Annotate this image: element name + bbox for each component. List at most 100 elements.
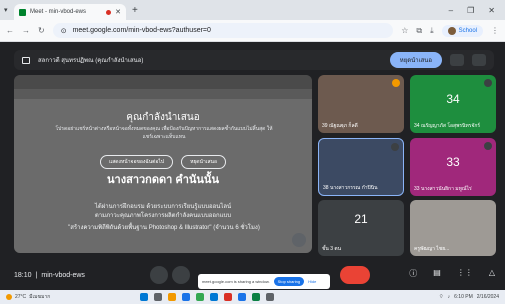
clock-time[interactable]: 6:10 PM — [454, 294, 473, 300]
forward-icon[interactable]: → — [22, 26, 30, 35]
downloads-icon[interactable]: ⤓ — [430, 26, 434, 36]
self-view-thumb — [450, 54, 464, 66]
participant-name: 38 นางสาวกรรณ กำปินิน — [323, 185, 378, 191]
participant-name: 33 นางสาวนันยิกา มหูณ์ไร่ — [414, 186, 472, 192]
mic-off-icon — [391, 143, 399, 151]
more-options-icon[interactable] — [150, 266, 168, 284]
file-explorer-icon[interactable] — [168, 293, 176, 301]
participant-name: 34 ณรัญญาภัส โอสุพรนิทรจักร์ — [414, 123, 481, 129]
close-window-icon[interactable]: ✕ — [488, 6, 495, 15]
app-icon-3[interactable] — [252, 293, 260, 301]
right-controls: ⓘ ▤ ⋮⋮ △ — [409, 268, 495, 279]
participant-count-badge: 21 — [354, 212, 368, 227]
extension-icon[interactable]: ⧉ — [416, 26, 422, 36]
mic-icon[interactable] — [172, 266, 190, 284]
app-icon-2[interactable] — [238, 293, 246, 301]
activities-icon[interactable]: ⋮⋮ — [457, 268, 473, 279]
weather-desc: มีเมฆมาก — [29, 294, 51, 300]
presenter-text: สลกาวดี สุนทรปฏิพณ (คุณกำลังนำเสนอ) — [38, 58, 144, 64]
search-icon[interactable] — [154, 293, 162, 301]
shared-tab-strip — [14, 75, 312, 89]
mic-off-icon — [484, 79, 492, 87]
stop-presenting-button[interactable]: หยุดนำเสนอ — [389, 52, 442, 68]
chrome-icon[interactable] — [196, 293, 204, 301]
menu-icon[interactable]: ⋮ — [491, 26, 499, 35]
shared-address-bar — [14, 89, 312, 99]
mic-off-icon — [484, 142, 492, 150]
certificate-line-1: ได้ผ่านการฝึกอบรม ด้วยระบบการเรียนรู้แบบ… — [94, 204, 232, 210]
leave-call-button[interactable] — [340, 266, 370, 284]
wifi-icon[interactable]: ⌔ — [439, 294, 444, 300]
shared-screen: คุณกำลังนำเสนอ โปรดอย่าแชร์หน้าต่างหรือห… — [14, 75, 312, 253]
certificate-name: นางสาวกดดา คำนันนั้น — [107, 174, 219, 186]
self-view-thumb-2 — [472, 54, 486, 66]
host-controls-icon[interactable]: △ — [489, 268, 495, 279]
participant-name: ชั้น 3 ตน — [322, 246, 342, 252]
edge-icon[interactable] — [182, 293, 190, 301]
tab-search-icon[interactable]: ▾ — [4, 6, 14, 14]
app-icon-4[interactable] — [266, 293, 274, 301]
profile-button[interactable]: School — [441, 24, 483, 37]
profile-label: School — [458, 27, 477, 34]
url-text: meet.google.com/min-vbod-ews?authuser=0 — [72, 27, 211, 34]
participant-tile[interactable]: 33 33 นางสาวนันยิกา มหูณ์ไร่ — [410, 138, 496, 196]
hide-button[interactable]: Hide — [308, 279, 316, 284]
info-icon[interactable]: ⓘ — [409, 268, 417, 279]
stop-presenting-overlay-button[interactable]: หยุดนำเสนอ — [181, 155, 226, 169]
expand-icon[interactable] — [292, 233, 306, 247]
sharing-text: meet.google.com is sharing a window. — [202, 279, 270, 284]
separator: | — [35, 271, 38, 279]
participant-name: 39 ณัฐณฐุภ ก็ลดี — [322, 123, 358, 129]
windows-taskbar: 27°C มีเมฆมาก ⌔ ♪ 6:10 PM 2/16/2024 — [0, 290, 505, 304]
window-controls: – ❐ ✕ — [449, 6, 505, 15]
start-icon[interactable] — [140, 293, 148, 301]
sharing-notification: meet.google.com is sharing a window. Sto… — [198, 274, 330, 289]
minimize-icon[interactable]: – — [449, 6, 453, 15]
site-info-icon[interactable]: ⊙ — [61, 27, 67, 35]
close-tab-icon[interactable]: ✕ — [115, 8, 121, 16]
participant-tile[interactable]: 21 ชั้น 3 ตน — [318, 200, 404, 256]
omnibox[interactable]: ⊙ meet.google.com/min-vbod-ews?authuser=… — [52, 23, 394, 38]
presenter-banner: สลกาวดี สุนทรปฏิพณ (คุณกำลังนำเสนอ) หยุด… — [14, 50, 494, 70]
certificate-text-1: ได้ผ่านการฝึกอบรม ด้วยระบบการเรียนรู้แบบ… — [14, 203, 312, 221]
participant-name: ครูพัฒญา ไชย... — [414, 246, 450, 252]
system-tray: ⌔ ♪ 6:10 PM 2/16/2024 — [439, 294, 499, 300]
back-icon[interactable]: ← — [6, 26, 14, 35]
clock-date[interactable]: 2/16/2024 — [477, 294, 499, 300]
weather-icon — [6, 294, 12, 300]
participant-tile[interactable]: 38 นางสาวกรรณ กำปินิน — [318, 138, 404, 196]
new-tab-icon[interactable]: + — [132, 5, 138, 16]
avatar — [447, 26, 456, 35]
weather-widget[interactable]: 27°C มีเมฆมาก — [6, 293, 50, 301]
taskbar-apps — [140, 293, 274, 301]
keep-showing-button[interactable]: แสดงหน้าจอของฉันต่อไป — [100, 155, 174, 169]
participant-initial: 33 — [446, 155, 460, 170]
address-bar-row: ← → ↻ ⊙ meet.google.com/min-vbod-ews?aut… — [0, 20, 505, 42]
chat-icon[interactable]: ▤ — [433, 268, 441, 279]
speaking-icon — [392, 79, 400, 87]
volume-icon[interactable]: ♪ — [448, 294, 451, 300]
participant-tile[interactable]: 34 34 ณรัญญาภัส โอสุพรนิทรจักร์ — [410, 75, 496, 133]
self-video-tile[interactable]: ครูพัฒญา ไชย... — [410, 200, 496, 256]
certificate-line-2: ตามภาวะคุณภาพโครงการผลิตกำลังคนแบบออกแบบ — [94, 213, 232, 219]
stop-sharing-button[interactable]: Stop sharing — [273, 277, 305, 286]
store-icon[interactable] — [210, 293, 218, 301]
bookmark-star-icon[interactable]: ☆ — [401, 26, 408, 35]
meet-favicon-icon — [19, 8, 26, 16]
app-icon[interactable] — [224, 293, 232, 301]
meeting-time: 18:10 — [14, 271, 32, 279]
reload-icon[interactable]: ↻ — [38, 26, 45, 35]
participant-initial: 34 — [446, 92, 460, 107]
participant-tile[interactable]: 39 ณัฐณฐุภ ก็ลดี — [318, 75, 404, 133]
restore-icon[interactable]: ❐ — [467, 6, 474, 15]
browser-tab-bar: ▾ Meet - min-vbod-ews ✕ + – ❐ ✕ — [0, 0, 505, 20]
presenting-title: คุณกำลังนำเสนอ — [126, 112, 200, 123]
present-screen-icon — [22, 56, 30, 64]
certificate-course: "สร้างความพิถีพิถันด้วยพื้นฐาน Photoshop… — [68, 225, 260, 231]
presenting-warning: โปรดอย่าแชร์หน้าต่างหรือหน้าจอทั้งหมดของ… — [55, 126, 273, 140]
tab-meet[interactable]: Meet - min-vbod-ews ✕ — [14, 4, 126, 20]
overlay-buttons: แสดงหน้าจอของฉันต่อไป หยุดนำเสนอ — [14, 155, 312, 169]
recording-dot-icon — [106, 9, 112, 15]
tab-title: Meet - min-vbod-ews — [30, 9, 87, 15]
weather-temp: 27°C — [15, 294, 27, 300]
